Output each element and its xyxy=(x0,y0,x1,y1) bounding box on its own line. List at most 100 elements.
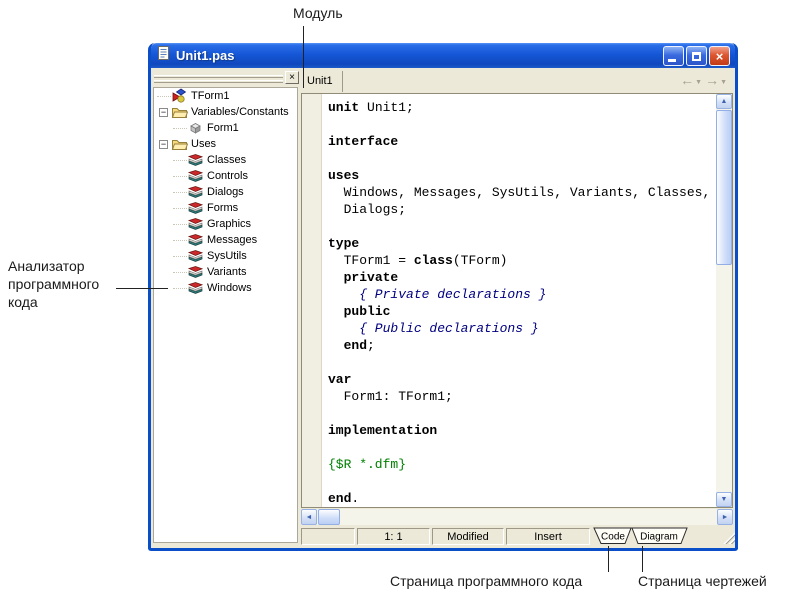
tree-item-form1[interactable]: Form1 xyxy=(154,120,297,136)
tree-connector xyxy=(173,288,187,289)
tree-connector xyxy=(173,240,187,241)
tree-connector xyxy=(173,224,187,225)
tree-item-uses[interactable]: − Uses xyxy=(154,136,297,152)
folder-icon xyxy=(171,104,188,120)
tree-item-classes[interactable]: Classes xyxy=(154,152,297,168)
code-line xyxy=(328,354,716,371)
bottom-tab-strip: Code Diagram xyxy=(592,527,694,544)
diagram-page-annotation-label: Страница чертежей xyxy=(638,573,767,589)
vertical-scrollbar[interactable]: ▲ ▼ xyxy=(716,94,732,507)
explorer-grip-handle[interactable] xyxy=(153,73,285,83)
code-line: private xyxy=(328,269,716,286)
tree-item-label: Graphics xyxy=(207,218,251,230)
code-explorer-panel: × TForm1 −Variables/Constants Form1 − Uses Cl… xyxy=(153,70,299,543)
tree-item-label: Classes xyxy=(207,154,246,166)
code-line: {$R *.dfm} xyxy=(328,456,716,473)
tree-item-tform1[interactable]: TForm1 xyxy=(154,88,297,104)
tree-item-label: Controls xyxy=(207,170,248,182)
tree-connector xyxy=(173,128,187,129)
tree-item-messages[interactable]: Messages xyxy=(154,232,297,248)
module-leader-line xyxy=(303,26,304,88)
minimize-button[interactable] xyxy=(663,46,684,66)
tree-connector xyxy=(173,176,187,177)
unit-icon xyxy=(187,232,204,248)
code-line xyxy=(328,116,716,133)
tree-item-label: Form1 xyxy=(207,122,239,134)
code-line: interface xyxy=(328,133,716,150)
collapse-toggle-icon[interactable]: − xyxy=(159,108,168,117)
document-icon xyxy=(156,45,171,66)
close-explorer-button[interactable]: × xyxy=(285,71,299,84)
vertical-scrollbar-thumb[interactable] xyxy=(716,110,732,265)
tree-item-windows[interactable]: Windows xyxy=(154,280,297,296)
forward-dropdown-button[interactable]: ▼ xyxy=(720,75,729,86)
code-line xyxy=(328,405,716,422)
tree-item-variants[interactable]: Variants xyxy=(154,264,297,280)
code-line: unit Unit1; xyxy=(328,99,716,116)
scroll-right-button[interactable]: ► xyxy=(717,509,733,525)
resize-grip[interactable] xyxy=(722,531,735,544)
code-line: end. xyxy=(328,490,716,507)
scroll-up-button[interactable]: ▲ xyxy=(716,94,732,109)
code-page-annotation-label: Страница программного кода xyxy=(390,573,582,589)
status-bar: 1: 1ModifiedInsertCodeDiagram xyxy=(301,526,733,545)
window-title: Unit1.pas xyxy=(176,48,235,63)
code-line xyxy=(328,473,716,490)
tree-item-label: Windows xyxy=(207,282,252,294)
unit-icon xyxy=(187,248,204,264)
code-line: { Private declarations } xyxy=(328,286,716,303)
tree-item-controls[interactable]: Controls xyxy=(154,168,297,184)
status-cell-blank xyxy=(301,528,355,545)
close-icon: × xyxy=(716,50,724,63)
editor-tab-bar: Unit1 ← ▼ → ▼ xyxy=(301,68,735,93)
horizontal-scrollbar-thumb[interactable] xyxy=(318,509,340,525)
close-button[interactable]: × xyxy=(709,46,730,66)
code-editor[interactable]: unit Unit1; interface uses Windows, Mess… xyxy=(323,94,716,507)
code-line: Dialogs; xyxy=(328,201,716,218)
variable-icon xyxy=(187,120,204,136)
scroll-down-button[interactable]: ▼ xyxy=(716,492,732,507)
tree-item-variables-constants[interactable]: −Variables/Constants xyxy=(154,104,297,120)
tree-item-sysutils[interactable]: SysUtils xyxy=(154,248,297,264)
code-line: { Public declarations } xyxy=(328,320,716,337)
page: Модуль Анализатор программного кода Стра… xyxy=(0,0,793,600)
code-line xyxy=(328,150,716,167)
folder-icon xyxy=(171,136,188,152)
svg-text:Code: Code xyxy=(601,532,625,543)
diagram-page-leader-line xyxy=(642,546,643,572)
tree-connector xyxy=(157,96,171,97)
title-bar[interactable]: Unit1.pas × xyxy=(151,43,735,68)
unit-icon xyxy=(187,200,204,216)
close-icon: × xyxy=(289,72,295,83)
back-dropdown-button[interactable]: ▼ xyxy=(695,75,704,86)
tree-connector xyxy=(173,208,187,209)
arrow-up-icon: ▲ xyxy=(721,98,728,105)
arrow-left-icon: ◄ xyxy=(306,514,313,521)
code-line: var xyxy=(328,371,716,388)
code-line xyxy=(328,218,716,235)
code-line xyxy=(328,439,716,456)
unit-icon xyxy=(187,280,204,296)
collapse-toggle-icon[interactable]: − xyxy=(159,140,168,149)
tree-item-label: Uses xyxy=(191,138,216,150)
editor-pane: Unit1 ← ▼ → ▼ unit Unit1; interface uses… xyxy=(301,68,735,545)
tree-item-label: TForm1 xyxy=(191,90,230,102)
tab-diagram[interactable]: Diagram xyxy=(632,528,687,544)
editor-gutter[interactable] xyxy=(302,94,322,507)
scroll-left-button[interactable]: ◄ xyxy=(301,509,317,525)
tab-code[interactable]: Code xyxy=(594,528,631,544)
tree-item-forms[interactable]: Forms xyxy=(154,200,297,216)
analyzer-annotation-label: Анализатор программного кода xyxy=(8,257,124,311)
back-button[interactable]: ← xyxy=(680,72,694,88)
code-line: implementation xyxy=(328,422,716,439)
maximize-button[interactable] xyxy=(686,46,707,66)
maximize-icon xyxy=(692,52,701,61)
forward-button[interactable]: → xyxy=(705,72,719,88)
explorer-dock-header[interactable]: × xyxy=(153,70,299,85)
arrow-right-icon: ► xyxy=(722,514,729,521)
tree-item-graphics[interactable]: Graphics xyxy=(154,216,297,232)
horizontal-scrollbar[interactable]: ◄ ► xyxy=(301,509,733,525)
tab-unit1[interactable]: Unit1 xyxy=(302,71,343,92)
unit-window: Unit1.pas × × TForm1 −Variables/Constants… xyxy=(148,43,738,551)
tree-item-dialogs[interactable]: Dialogs xyxy=(154,184,297,200)
